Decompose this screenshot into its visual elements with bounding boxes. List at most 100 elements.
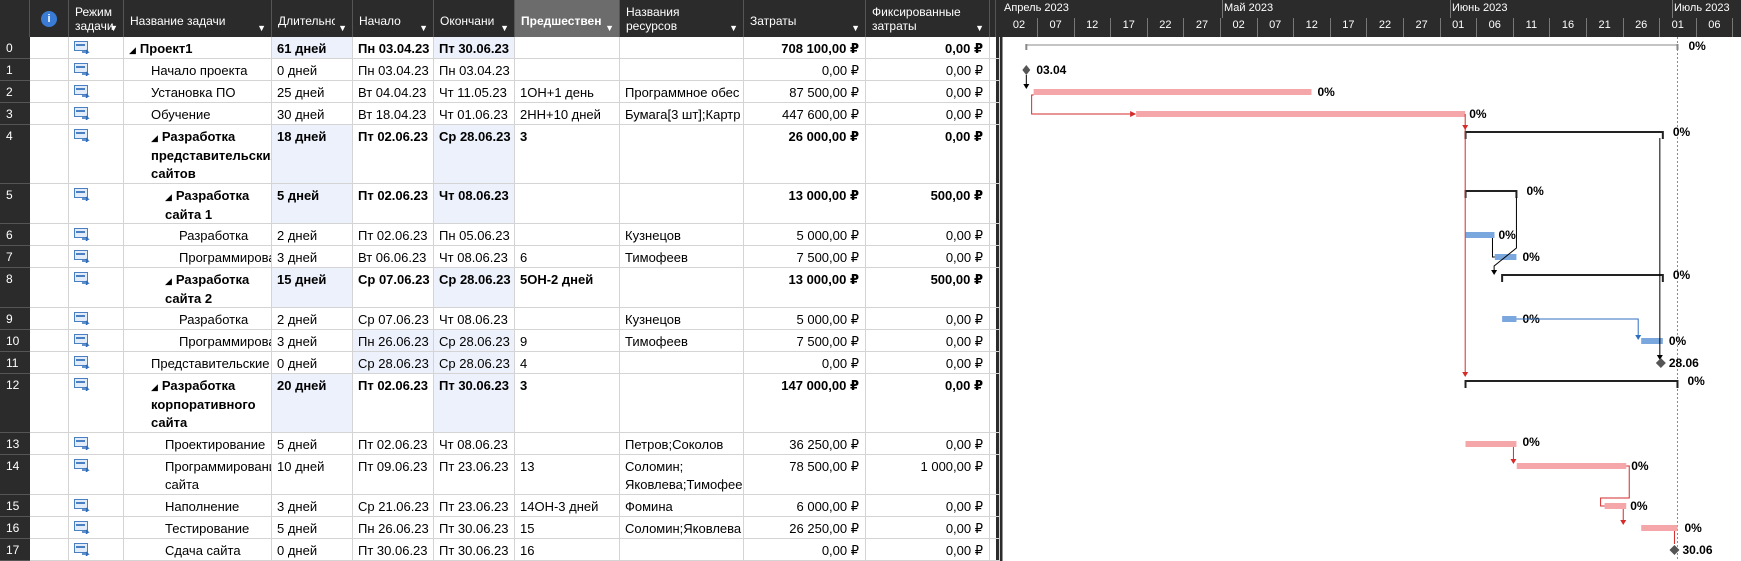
task-name-cell[interactable]: Разработка дизайна	[124, 224, 272, 246]
task-mode-cell[interactable]	[69, 184, 124, 224]
row-id[interactable]: 12	[0, 374, 30, 433]
duration-cell[interactable]: 10 дней	[272, 455, 353, 495]
resources-column-header[interactable]: Названия ресурсов ▼	[620, 0, 744, 37]
resources-cell[interactable]	[620, 59, 744, 81]
duration-cell[interactable]: 20 дней	[272, 374, 353, 433]
cost-cell[interactable]: 26 000,00 ₽	[744, 125, 866, 184]
task-name-cell[interactable]: ◢ Разработка представительских сайтов	[124, 125, 272, 184]
extra-cell[interactable]	[990, 184, 1000, 224]
task-mode-cell[interactable]	[69, 517, 124, 539]
mode-column-header[interactable]: Режим задачи ▼	[69, 0, 124, 37]
predecessors-cell[interactable]: 3	[515, 374, 620, 433]
name-column-header[interactable]: Название задачи ▼	[124, 0, 272, 37]
info-cell[interactable]	[30, 352, 69, 374]
extra-cell[interactable]	[990, 539, 1000, 561]
row-id[interactable]: 9	[0, 308, 30, 330]
cost-cell[interactable]: 13 000,00 ₽	[744, 184, 866, 224]
task-mode-cell[interactable]	[69, 330, 124, 352]
finish-cell[interactable]: Чт 08.06.23	[434, 308, 515, 330]
finish-cell[interactable]: Ср 28.06.23	[434, 125, 515, 184]
duration-cell[interactable]: 0 дней	[272, 539, 353, 561]
extra-cell[interactable]	[990, 330, 1000, 352]
task-mode-cell[interactable]	[69, 37, 124, 59]
predecessors-cell[interactable]	[515, 224, 620, 246]
resources-cell[interactable]	[620, 374, 744, 433]
task-mode-cell[interactable]	[69, 374, 124, 433]
task-name-cell[interactable]: Программирование сайта	[124, 455, 272, 495]
fixed-cost-cell[interactable]: 0,00 ₽	[866, 308, 990, 330]
task-mode-cell[interactable]	[69, 103, 124, 125]
cost-cell[interactable]: 7 500,00 ₽	[744, 246, 866, 268]
task-name-cell[interactable]: Обучение персонала	[124, 103, 272, 125]
fixed-cost-cell[interactable]: 0,00 ₽	[866, 352, 990, 374]
collapse-triangle-icon[interactable]: ◢	[151, 382, 158, 392]
task-mode-cell[interactable]	[69, 433, 124, 455]
task-mode-cell[interactable]	[69, 268, 124, 308]
row-id[interactable]: 7	[0, 246, 30, 268]
task-mode-cell[interactable]	[69, 455, 124, 495]
row-id[interactable]: 5	[0, 184, 30, 224]
info-cell[interactable]	[30, 184, 69, 224]
cost-cell[interactable]: 36 250,00 ₽	[744, 433, 866, 455]
start-cell[interactable]: Вт 18.04.23	[353, 103, 434, 125]
duration-cell[interactable]: 3 дней	[272, 246, 353, 268]
info-cell[interactable]	[30, 224, 69, 246]
predecessors-cell[interactable]	[515, 184, 620, 224]
predecessors-cell[interactable]: 6	[515, 246, 620, 268]
start-cell[interactable]: Пт 02.06.23	[353, 125, 434, 184]
resources-cell[interactable]: Тимофеев	[620, 246, 744, 268]
start-cell[interactable]: Ср 07.06.23	[353, 268, 434, 308]
extra-cell[interactable]	[990, 308, 1000, 330]
predecessors-cell[interactable]: 13	[515, 455, 620, 495]
dropdown-arrow-icon[interactable]: ▼	[500, 21, 509, 35]
info-cell[interactable]	[30, 433, 69, 455]
row-id[interactable]: 3	[0, 103, 30, 125]
dropdown-arrow-icon[interactable]: ▼	[729, 21, 738, 35]
row-id[interactable]: 4	[0, 125, 30, 184]
extra-cell[interactable]	[990, 352, 1000, 374]
extra-cell[interactable]	[990, 224, 1000, 246]
dropdown-arrow-icon[interactable]: ▼	[109, 21, 118, 35]
dropdown-arrow-icon[interactable]: ▼	[419, 21, 428, 35]
resources-cell[interactable]	[620, 352, 744, 374]
predecessors-cell[interactable]	[515, 37, 620, 59]
cost-cell[interactable]: 147 000,00 ₽	[744, 374, 866, 433]
extra-cell[interactable]	[990, 103, 1000, 125]
duration-cell[interactable]: 18 дней	[272, 125, 353, 184]
duration-cell[interactable]: 61 дней	[272, 37, 353, 59]
fixed-cost-cell[interactable]: 0,00 ₽	[866, 517, 990, 539]
finish-cell[interactable]: Ср 28.06.23	[434, 268, 515, 308]
finish-cell[interactable]: Пт 30.06.23	[434, 374, 515, 433]
collapse-triangle-icon[interactable]: ◢	[165, 276, 172, 286]
cost-cell[interactable]: 7 500,00 ₽	[744, 330, 866, 352]
dropdown-arrow-icon[interactable]: ▼	[851, 21, 860, 35]
predecessors-cell[interactable]	[515, 433, 620, 455]
fixed-cost-cell[interactable]: 0,00 ₽	[866, 59, 990, 81]
extra-cell[interactable]	[990, 374, 1000, 433]
finish-cell[interactable]: Чт 11.05.23	[434, 81, 515, 103]
task-mode-cell[interactable]	[69, 539, 124, 561]
row-id[interactable]: 8	[0, 268, 30, 308]
info-cell[interactable]	[30, 495, 69, 517]
resources-cell[interactable]	[620, 184, 744, 224]
duration-cell[interactable]: 0 дней	[272, 352, 353, 374]
dropdown-arrow-icon[interactable]: ▼	[605, 21, 614, 35]
info-cell[interactable]	[30, 37, 69, 59]
task-mode-cell[interactable]	[69, 59, 124, 81]
duration-cell[interactable]: 2 дней	[272, 308, 353, 330]
resources-cell[interactable]: Кузнецов	[620, 308, 744, 330]
task-mode-cell[interactable]	[69, 308, 124, 330]
predecessors-cell[interactable]: 16	[515, 539, 620, 561]
cost-cell[interactable]: 5 000,00 ₽	[744, 308, 866, 330]
resources-cell[interactable]: Фомина	[620, 495, 744, 517]
collapse-triangle-icon[interactable]: ◢	[129, 45, 136, 55]
row-id[interactable]: 15	[0, 495, 30, 517]
start-column-header[interactable]: Начало ▼	[353, 0, 434, 37]
finish-cell[interactable]: Чт 08.06.23	[434, 433, 515, 455]
row-id[interactable]: 14	[0, 455, 30, 495]
duration-cell[interactable]: 15 дней	[272, 268, 353, 308]
task-name-cell[interactable]: ◢ Разработка сайта 1	[124, 184, 272, 224]
collapse-triangle-icon[interactable]: ◢	[151, 133, 158, 143]
duration-cell[interactable]: 5 дней	[272, 517, 353, 539]
task-name-cell[interactable]: ◢ Разработка корпоративного сайта	[124, 374, 272, 433]
